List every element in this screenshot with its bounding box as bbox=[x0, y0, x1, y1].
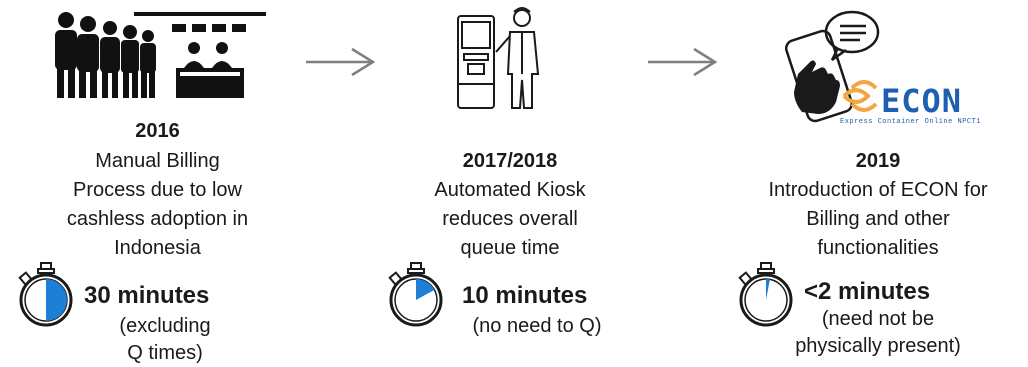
stage-year: 2019 bbox=[855, 150, 901, 172]
queue-people-counter-icon bbox=[55, 12, 266, 98]
arrow-right-icon bbox=[648, 47, 718, 77]
duration-label: <2 minutes bbox=[804, 278, 931, 305]
duration-note: (need not be physically present) bbox=[795, 308, 961, 357]
duration-label: 30 minutes bbox=[84, 282, 210, 309]
stopwatch-icon bbox=[18, 262, 73, 327]
stopwatch-icon bbox=[388, 262, 443, 327]
stage-2017-2018: 2017/2018 Automated Kiosk reduces overal… bbox=[380, 0, 640, 363]
arrow-right-icon bbox=[306, 47, 376, 77]
stage-year: 2017/2018 bbox=[462, 150, 558, 172]
stage-description: Automated Kiosk reduces overall queue ti… bbox=[434, 179, 586, 259]
econ-wordmark: ECON bbox=[881, 82, 963, 120]
stage-description: Manual Billing Process due to low cashle… bbox=[66, 150, 249, 259]
econ-tagline: Express Container Online NPCT1 bbox=[840, 118, 982, 126]
duration-note: (no need to Q) bbox=[472, 315, 602, 337]
duration-label: 10 minutes bbox=[462, 282, 588, 309]
stage-2019: ECON Express Container Online NPCT1 2019… bbox=[728, 0, 1028, 363]
stage-description: Introduction of ECON for Billing and oth… bbox=[768, 179, 988, 259]
kiosk-user-icon bbox=[457, 7, 540, 109]
stage-year: 2016 bbox=[135, 120, 180, 142]
stage-2016: 2016 Manual Billing Process due to low c… bbox=[0, 0, 300, 364]
duration-note: (excluding Q times) bbox=[119, 315, 211, 364]
